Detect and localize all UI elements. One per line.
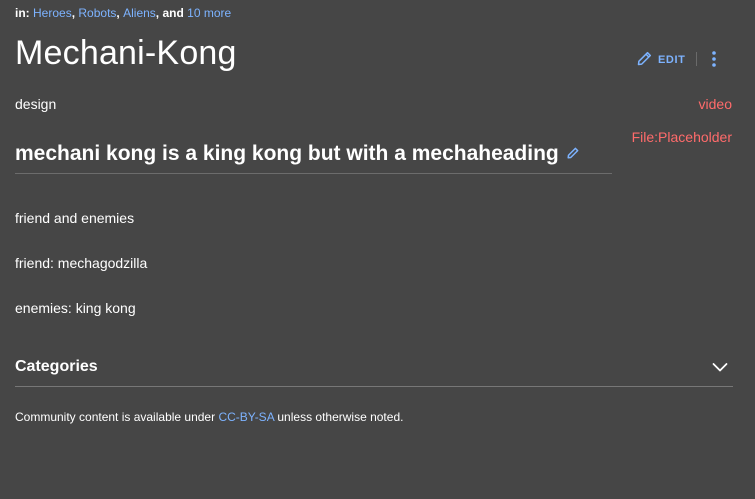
video-link[interactable]: video (699, 96, 732, 112)
category-link-heroes[interactable]: Heroes (33, 6, 72, 20)
more-categories-link[interactable]: 10 more (187, 6, 231, 20)
paragraph-friend: friend: mechagodzilla (15, 255, 148, 271)
separator: , and (155, 6, 184, 20)
separator: , (71, 6, 76, 20)
section-heading-text: mechani kong is a king kong but with a m… (15, 142, 559, 165)
edit-section-icon[interactable] (567, 141, 579, 165)
license-link[interactable]: CC-BY-SA (218, 410, 274, 424)
page-title: Mechani-Kong (15, 34, 237, 72)
page-categories: in: Heroes, Robots, Aliens, and 10 more (15, 6, 231, 20)
paragraph-friends-enemies: friend and enemies (15, 210, 135, 226)
file-placeholder-link[interactable]: File:Placeholder (632, 129, 732, 145)
pencil-icon (637, 51, 652, 69)
categories-toggle[interactable]: Categories (15, 355, 733, 387)
vertical-dots-icon (706, 51, 722, 72)
design-text: design (15, 96, 57, 112)
paragraph-enemies: enemies: king kong (15, 300, 136, 316)
license-text-after: unless otherwise noted. (277, 410, 404, 424)
categories-prefix: in: (15, 6, 30, 20)
more-actions-button[interactable] (706, 50, 722, 68)
edit-button[interactable]: EDIT (637, 51, 685, 69)
license-notice: Community content is available under CC-… (15, 410, 403, 424)
license-text-before: Community content is available under (15, 410, 216, 424)
chevron-down-icon (712, 360, 728, 372)
separator: , (116, 6, 120, 20)
edit-label: EDIT (658, 54, 686, 66)
section-heading: mechani kong is a king kong but with a m… (15, 142, 612, 174)
categories-label: Categories (15, 358, 98, 375)
category-link-robots[interactable]: Robots (78, 6, 116, 20)
category-link-aliens[interactable]: Aliens (123, 6, 156, 20)
toolbar-divider (696, 52, 697, 66)
